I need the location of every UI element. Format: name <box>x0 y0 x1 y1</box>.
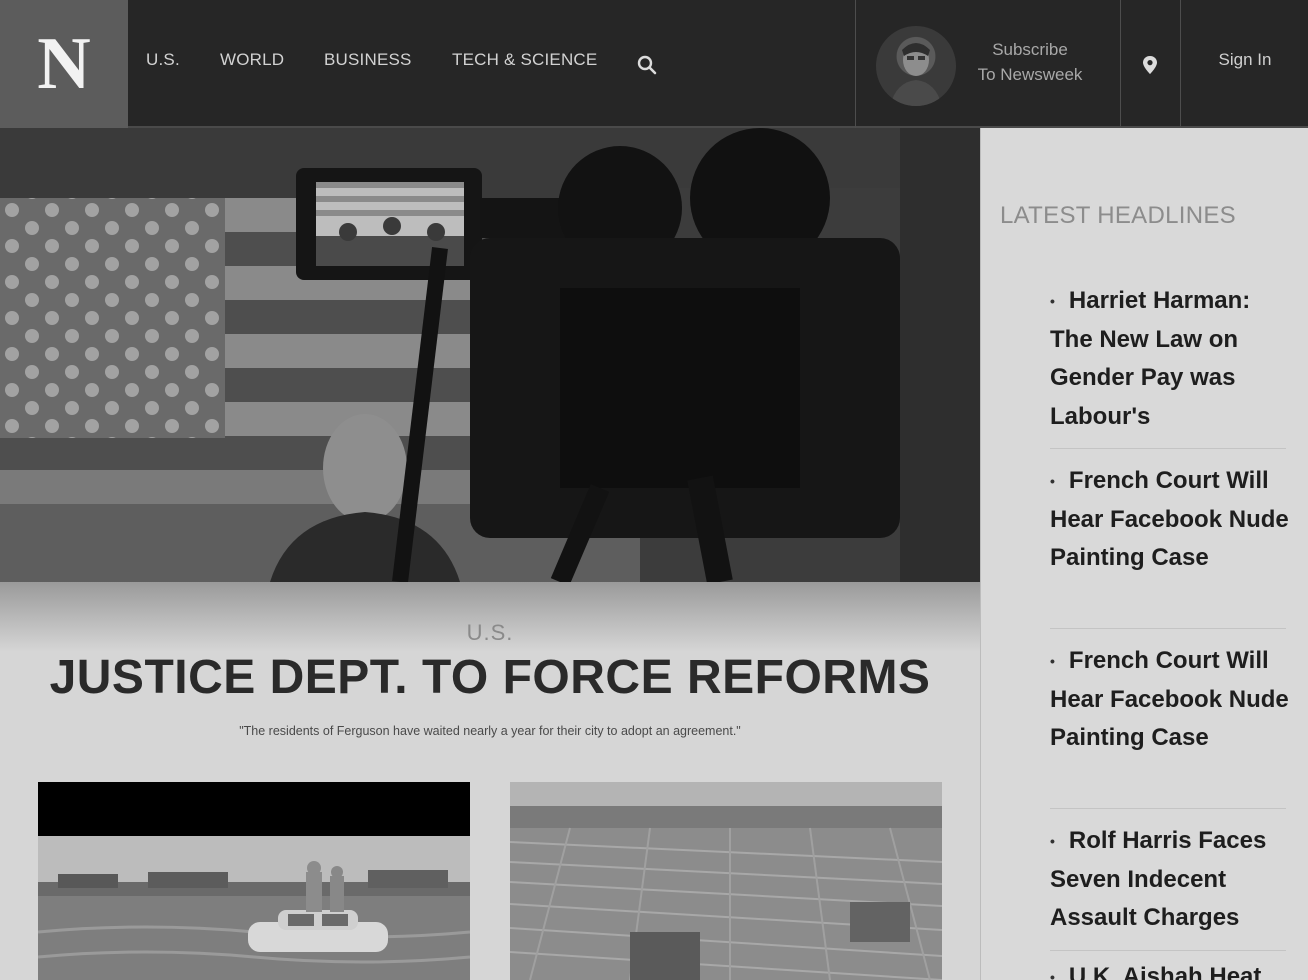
headline-label: Rolf Harris Faces Seven Indecent Assault… <box>1050 827 1267 932</box>
search-icon[interactable] <box>636 54 658 76</box>
bullet-icon: • <box>1050 833 1055 850</box>
headline-divider <box>1050 808 1286 809</box>
subscribe-line-1: Subscribe <box>992 40 1068 59</box>
topbar-divider <box>1120 0 1121 128</box>
subscriber-avatar[interactable] <box>876 26 956 106</box>
nav-item-world[interactable]: WORLD <box>220 50 284 70</box>
topbar-divider <box>855 0 856 128</box>
sign-in-link[interactable]: Sign In <box>1182 50 1308 70</box>
flooded-car-photo <box>38 782 470 980</box>
nav-item-business[interactable]: BUSINESS <box>324 50 412 70</box>
bullet-icon: • <box>1050 473 1055 490</box>
headline-label: Harriet Harman: The New Law on Gender Pa… <box>1050 287 1251 430</box>
nav-item-tech-science[interactable]: TECH & SCIENCE <box>452 50 597 70</box>
headline-item[interactable]: • Rolf Harris Faces Seven Indecent Assaul… <box>1050 822 1298 938</box>
logo-letter: N <box>37 23 91 105</box>
hero-section-label[interactable]: U.S. <box>0 620 980 646</box>
headline-item[interactable]: • U.K. Aishah Heat <box>1050 958 1298 980</box>
subscribe-link[interactable]: Subscribe To Newsweek <box>962 37 1098 87</box>
story-card-aerial-city[interactable] <box>510 782 942 980</box>
headline-divider <box>1050 950 1286 951</box>
topbar-divider <box>1180 0 1181 128</box>
bullet-icon: • <box>1050 293 1055 310</box>
headline-item[interactable]: • French Court Will Hear Facebook Nude Pa… <box>1050 462 1298 578</box>
map-pin-icon[interactable] <box>1140 54 1160 76</box>
newsweek-logo[interactable]: N <box>0 0 128 128</box>
bullet-icon: • <box>1050 653 1055 670</box>
headline-divider <box>1050 628 1286 629</box>
hero-image[interactable] <box>0 128 980 582</box>
hero-headline[interactable]: JUSTICE DEPT. TO FORCE REFORMS <box>0 650 980 705</box>
top-navigation-bar: N U.S. WORLD BUSINESS TECH & SCIENCE Sub… <box>0 0 1308 128</box>
bullet-icon: • <box>1050 969 1055 980</box>
headline-item[interactable]: • Harriet Harman: The New Law on Gender P… <box>1050 282 1298 436</box>
headline-item[interactable]: • French Court Will Hear Facebook Nude Pa… <box>1050 642 1298 758</box>
subscribe-line-2: To Newsweek <box>977 65 1083 84</box>
hero-photo-press-conference <box>0 128 980 582</box>
headline-label: French Court Will Hear Facebook Nude Pai… <box>1050 467 1289 572</box>
headline-label: French Court Will Hear Facebook Nude Pai… <box>1050 647 1289 752</box>
headline-label: U.K. Aishah Heat <box>1068 963 1262 980</box>
hero-quote: "The residents of Ferguson have waited n… <box>239 724 741 738</box>
avatar-portrait <box>890 43 942 106</box>
aerial-city-photo <box>510 782 942 980</box>
headline-divider <box>1050 448 1286 449</box>
sidebar-title: LATEST HEADLINES <box>1000 202 1236 229</box>
story-card-flood[interactable] <box>38 782 470 980</box>
nav-item-us[interactable]: U.S. <box>146 50 180 70</box>
